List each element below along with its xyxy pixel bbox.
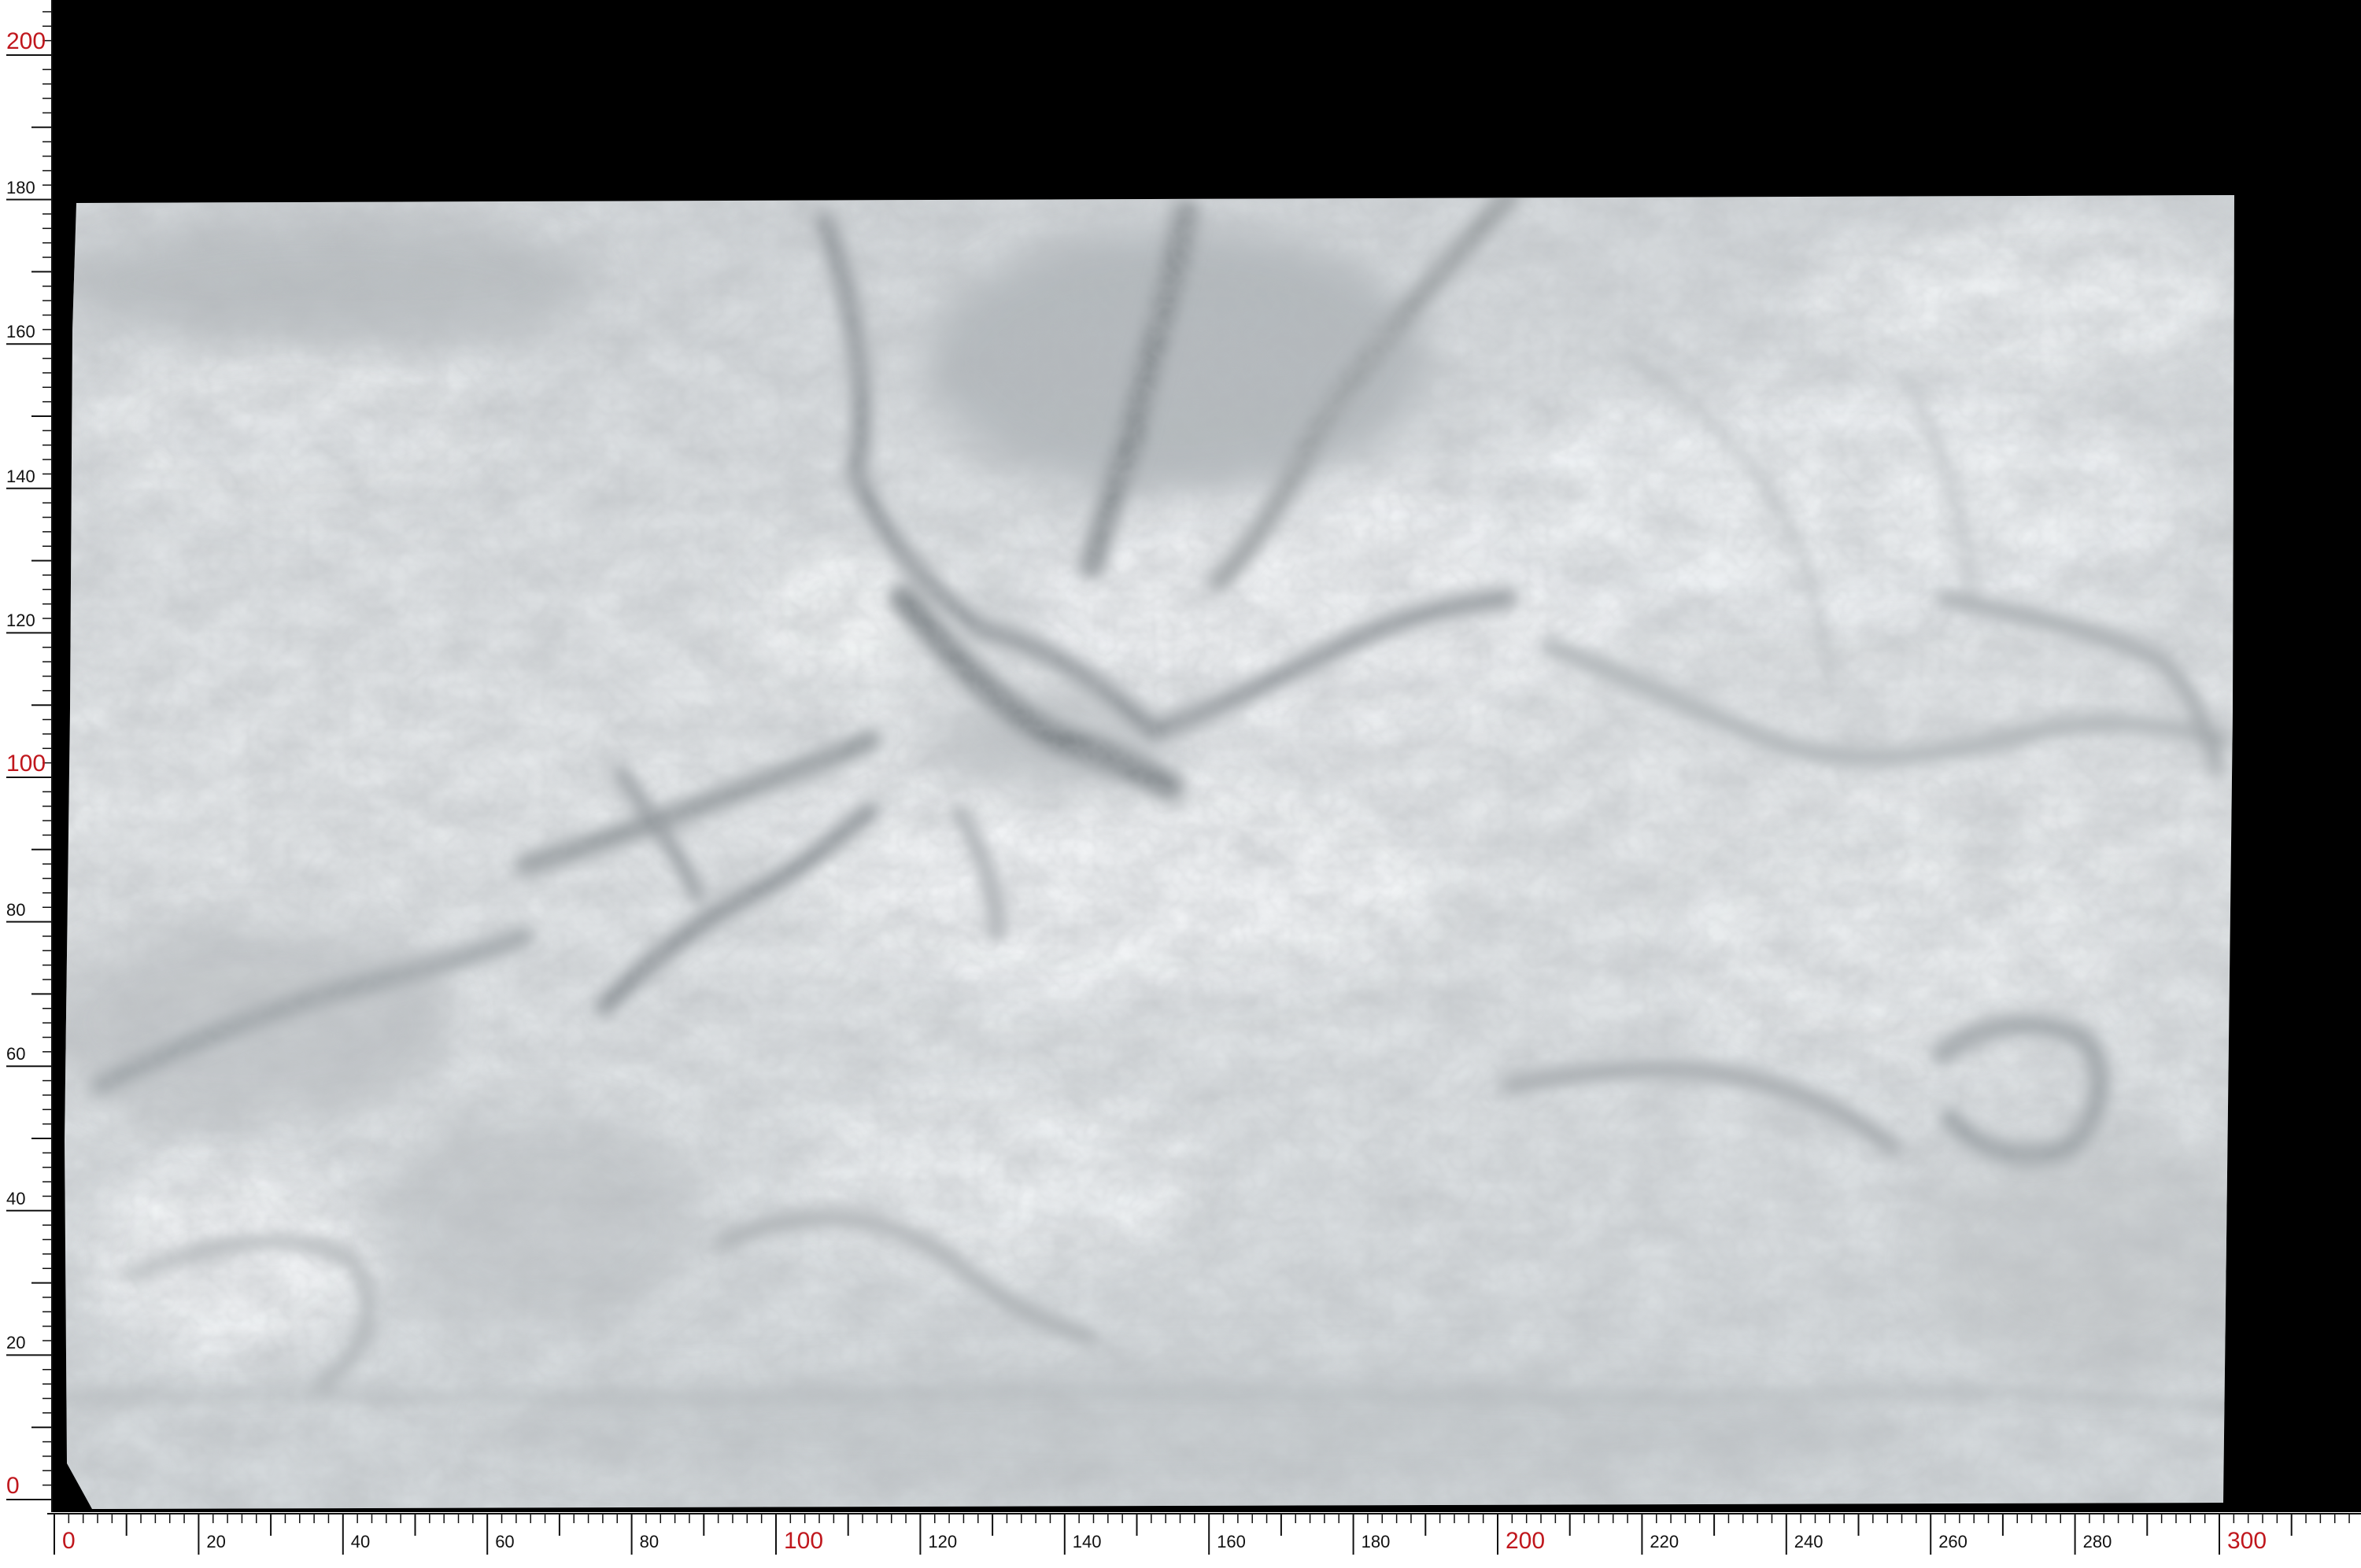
ruler-label: 60: [495, 1532, 515, 1551]
ruler-label: 300: [2227, 1528, 2267, 1554]
ruler-label: 180: [6, 177, 35, 197]
ruler-label: 0: [62, 1528, 76, 1554]
ruler-label: 0: [6, 1473, 20, 1499]
ruler-label: 120: [928, 1532, 958, 1551]
ruler-label: 40: [6, 1188, 26, 1208]
horizontal-ruler: 0 20 40 60 80 100 120 140 160 180 200 220 240 260 280 3…: [0, 1512, 2361, 1568]
vertical-ruler: 0 20 40 60 80 100 120 140 160 180 200: [0, 0, 53, 1512]
ruler-label: 180: [1361, 1532, 1391, 1551]
ruler-label: 140: [6, 466, 35, 486]
slab-photo-viewer: 0 20 40 60 80 100 120 140 160 180 200 0 20 40 60 80 100…: [0, 0, 2361, 1568]
ruler-label: 60: [6, 1044, 26, 1064]
ruler-label: 20: [6, 1333, 26, 1353]
marble-slab-image: [53, 0, 2361, 1512]
ruler-label: 280: [2082, 1532, 2112, 1551]
ruler-label: 120: [6, 611, 35, 631]
ruler-label: 80: [6, 899, 26, 920]
ruler-label: 80: [639, 1532, 660, 1551]
ruler-label: 240: [1794, 1532, 1823, 1551]
ruler-label: 40: [350, 1532, 371, 1551]
ruler-label: 260: [1938, 1532, 1968, 1551]
ruler-label: 160: [1217, 1532, 1246, 1551]
ruler-label: 200: [1506, 1528, 1546, 1554]
photo-area: [53, 0, 2361, 1512]
ruler-label: 200: [6, 28, 46, 54]
ruler-label: 100: [784, 1528, 824, 1554]
ruler-label: 100: [6, 751, 46, 777]
ruler-label: 160: [6, 322, 35, 342]
ruler-label: 140: [1072, 1532, 1102, 1551]
ruler-label: 20: [206, 1532, 226, 1551]
ruler-label: 220: [1650, 1532, 1679, 1551]
